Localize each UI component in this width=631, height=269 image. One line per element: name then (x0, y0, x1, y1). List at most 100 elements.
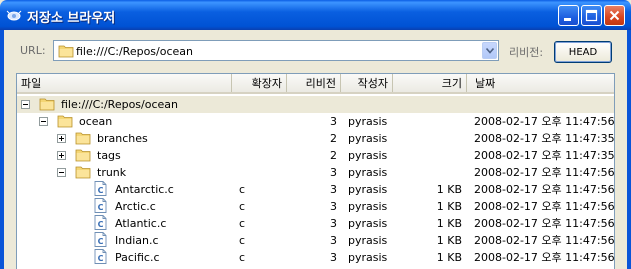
item-author: pyrasis (348, 166, 388, 179)
column-header-author[interactable]: 작성자 (341, 74, 393, 92)
title-bar[interactable]: 저장소 브라우저 (0, 0, 631, 30)
folder-icon (75, 132, 91, 145)
item-name: Antarctic.c (115, 183, 174, 196)
item-extension: c (239, 200, 246, 213)
tree-folder-row[interactable]: branches 2 pyrasis 2008-02-17 오후 11:47:35 (17, 130, 614, 147)
svg-text:C: C (98, 186, 104, 195)
svg-text:C: C (98, 237, 104, 246)
item-date: 2008-02-17 오후 11:47:56 (474, 166, 615, 179)
svg-text:C: C (98, 254, 104, 263)
item-size (393, 147, 462, 164)
item-size: 1 KB (436, 234, 462, 247)
window-frame-right (627, 30, 631, 269)
item-revision: 3 (330, 166, 337, 179)
close-button[interactable] (604, 5, 625, 26)
window-title: 저장소 브라우저 (27, 11, 116, 26)
tree-file-row[interactable]: C Pacific.c c 3 pyrasis 1 KB 2008-02-17 오후 11:… (17, 249, 614, 266)
item-name: Atlantic.c (115, 217, 167, 230)
column-header-date[interactable]: 날짜 (471, 74, 611, 92)
item-size: 1 KB (436, 251, 462, 264)
column-header-size[interactable]: 크기 (393, 74, 467, 92)
expand-icon[interactable] (57, 134, 66, 143)
collapse-icon[interactable] (57, 168, 66, 177)
tree-file-row[interactable]: C Arctic.c c 3 pyrasis 1 KB 2008-02-17 오후 11:4… (17, 198, 614, 215)
folder-icon (58, 45, 74, 58)
collapse-icon[interactable] (21, 100, 30, 109)
head-revision-button[interactable]: HEAD (554, 41, 612, 63)
url-input[interactable] (76, 44, 476, 58)
item-author: pyrasis (348, 132, 388, 145)
c-file-icon: C (94, 215, 107, 230)
c-file-icon: C (94, 249, 107, 264)
collapse-icon[interactable] (39, 117, 48, 126)
item-author: pyrasis (348, 115, 388, 128)
tree-file-row[interactable]: C Antarctic.c c 3 pyrasis 1 KB 2008-02-17 오후 1… (17, 181, 614, 198)
item-date: 2008-02-17 오후 11:47:35 (474, 132, 615, 145)
folder-icon (75, 149, 91, 162)
tree-folder-row[interactable]: trunk 3 pyrasis 2008-02-17 오후 11:47:56 (17, 164, 614, 181)
tree-root-label: file:///C:/Repos/ocean (61, 98, 178, 111)
chevron-down-icon (486, 48, 494, 54)
revision-label: 리비전: (509, 46, 544, 59)
url-combobox[interactable] (53, 40, 499, 61)
svg-text:C: C (98, 220, 104, 229)
folder-icon (39, 98, 55, 111)
item-author: pyrasis (348, 217, 388, 230)
item-date: 2008-02-17 오후 11:47:56 (474, 183, 615, 196)
c-file-icon: C (94, 181, 107, 196)
item-revision: 3 (330, 234, 337, 247)
item-size: 1 KB (436, 217, 462, 230)
svg-text:C: C (98, 203, 104, 212)
close-icon (609, 10, 620, 21)
item-name: Arctic.c (115, 200, 156, 213)
minimize-button[interactable] (558, 5, 579, 26)
tree-folder-row[interactable]: tags 2 pyrasis 2008-02-17 오후 11:47:35 (17, 147, 614, 164)
item-size: 1 KB (436, 200, 462, 213)
item-extension: c (239, 217, 246, 230)
item-size (393, 130, 462, 147)
tortoise-app-icon (6, 10, 22, 21)
item-author: pyrasis (348, 234, 388, 247)
item-name: tags (97, 149, 121, 162)
item-revision: 3 (330, 217, 337, 230)
maximize-button[interactable] (581, 5, 602, 26)
column-header-revision[interactable]: 리비전 (287, 74, 341, 92)
tree-file-row[interactable]: C Atlantic.c c 3 pyrasis 1 KB 2008-02-17 오후 11… (17, 215, 614, 232)
item-date: 2008-02-17 오후 11:47:56 (474, 217, 615, 230)
item-name: ocean (79, 115, 113, 128)
item-date: 2008-02-17 오후 11:47:56 (474, 234, 615, 247)
item-revision: 3 (330, 115, 337, 128)
item-name: Pacific.c (115, 251, 160, 264)
column-header-file[interactable]: 파일 (17, 74, 232, 92)
tree-file-row[interactable]: C Indian.c c 3 pyrasis 1 KB 2008-02-17 오후 11:4… (17, 232, 614, 249)
item-date: 2008-02-17 오후 11:47:56 (474, 115, 615, 128)
item-name: branches (97, 132, 148, 145)
item-date: 2008-02-17 오후 11:47:35 (474, 149, 615, 162)
item-revision: 3 (330, 251, 337, 264)
tree-root-row[interactable]: file:///C:/Repos/ocean (17, 96, 614, 113)
column-header: 파일 확장자 리비전 작성자 크기 날짜 (17, 74, 614, 94)
item-author: pyrasis (348, 149, 388, 162)
column-header-extension[interactable]: 확장자 (232, 74, 287, 92)
item-name: trunk (97, 166, 127, 179)
item-author: pyrasis (348, 183, 388, 196)
c-file-icon: C (94, 198, 107, 213)
repository-tree[interactable]: 파일 확장자 리비전 작성자 크기 날짜 file:///C:/Repos/oc… (16, 73, 615, 269)
item-revision: 2 (330, 149, 337, 162)
item-revision: 2 (330, 132, 337, 145)
tree-folder-row[interactable]: ocean 3 pyrasis 2008-02-17 오후 11:47:56 (17, 113, 614, 130)
item-extension: c (239, 251, 246, 264)
expand-icon[interactable] (57, 151, 66, 160)
item-extension: c (239, 183, 246, 196)
item-date: 2008-02-17 오후 11:47:56 (474, 251, 615, 264)
item-author: pyrasis (348, 200, 388, 213)
minimize-icon (564, 18, 571, 21)
item-extension: c (239, 234, 246, 247)
url-label: URL: (20, 44, 46, 57)
url-dropdown-button[interactable] (482, 42, 497, 59)
item-size (393, 164, 462, 181)
c-file-icon: C (94, 232, 107, 247)
window-frame-left (0, 30, 4, 269)
item-size: 1 KB (436, 183, 462, 196)
item-revision: 3 (330, 183, 337, 196)
